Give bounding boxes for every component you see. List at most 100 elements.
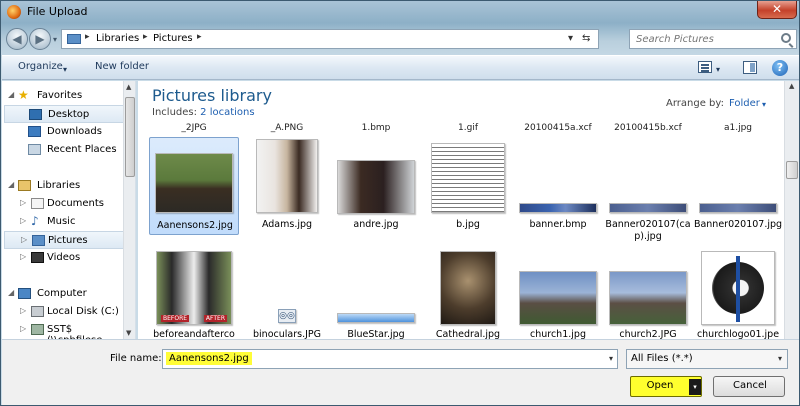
preview-pane-icon[interactable] [743,61,757,74]
file-item-b[interactable]: b.jpg [423,137,513,235]
address-history-chevron-down-icon[interactable]: ▾ [568,33,573,44]
hard-disk-icon [31,306,44,317]
sidebar-item-desktop[interactable]: Desktop [4,105,124,123]
new-folder-button[interactable]: New folder [95,61,149,72]
collapse-icon[interactable]: ◢ [8,288,14,297]
file-item-banner020107[interactable]: Banner020107.jpg [693,137,783,235]
file-item-binoculars[interactable]: ◎◎ binoculars.JPG [242,247,332,339]
file-label[interactable]: _2JPG [149,123,239,133]
file-label[interactable]: 1.gif [423,123,513,133]
locations-link[interactable]: 2 locations [200,107,254,118]
file-item-adams[interactable]: Adams.jpg [242,137,332,235]
search-input[interactable] [630,30,770,48]
organize-chevron-down-icon[interactable]: ▾ [63,65,67,74]
open-button[interactable]: Open ▾ [630,376,702,397]
search-box[interactable] [629,29,797,49]
file-list-scrollbar[interactable]: ▲ [784,81,799,339]
refresh-icon[interactable]: ⇆ [582,33,590,44]
sidebar-item-recent-places[interactable]: Recent Places [4,141,124,159]
cancel-button[interactable]: Cancel [713,376,785,397]
file-name-field[interactable]: Aanensons2.jpg ▾ [162,349,618,369]
file-item-church2[interactable]: church2.JPG [603,247,693,339]
expand-icon[interactable]: ▷ [20,216,26,225]
search-icon[interactable] [781,33,791,43]
recent-pages-chevron-down-icon[interactable]: ▾ [53,35,57,44]
sidebar-item-label: Videos [47,252,81,263]
file-label[interactable]: 20100415a.xcf [513,123,603,133]
close-button[interactable]: ✕ [757,1,797,19]
navigation-scrollbar[interactable]: ▲ ▼ [123,81,135,339]
scrollbar-thumb[interactable] [125,97,135,177]
open-split-chevron-down-icon[interactable]: ▾ [689,379,701,395]
expand-icon[interactable]: ▷ [20,198,26,207]
scroll-down-icon[interactable]: ▼ [126,329,131,337]
file-item-banner020107-cap[interactable]: Banner020107(ca p).jpg [603,137,693,242]
arrange-by-label: Arrange by: [666,98,724,109]
thumbnail-image [337,160,415,214]
file-item-andre[interactable]: andre.jpg [331,137,421,235]
breadcrumb-separator[interactable]: ▸ [143,32,148,42]
network-drive-icon [31,324,44,335]
arrange-by-dropdown[interactable]: Folder [729,98,760,109]
expand-icon[interactable]: ▷ [20,252,26,261]
address-bar[interactable]: ▸ Libraries ▸ Pictures ▸ ▾ ⇆ [61,29,599,49]
scroll-up-icon[interactable]: ▲ [789,82,794,90]
nav-favorites[interactable]: ◢ ★ Favorites [6,87,126,105]
breadcrumb-separator[interactable]: ▸ [197,32,202,42]
firefox-icon [7,5,21,19]
file-item-banner-bmp[interactable]: banner.bmp [513,137,603,235]
file-item-bluestar[interactable]: BlueStar.jpg [331,247,421,339]
sidebar-item-local-disk[interactable]: ▷ Local Disk (C:) [4,303,124,321]
nav-libraries-label: Libraries [37,180,81,191]
sidebar-item-videos[interactable]: ▷ Videos [4,249,124,267]
collapse-icon[interactable]: ◢ [8,180,14,189]
expand-icon[interactable]: ▷ [21,235,27,244]
sidebar-item-label: SST$ (\\cphfilese [47,324,102,339]
file-item-church1[interactable]: church1.jpg [513,247,603,339]
file-name-chevron-down-icon[interactable]: ▾ [609,354,613,363]
collapse-icon[interactable]: ◢ [8,90,14,99]
file-label[interactable]: _A.PNG [242,123,332,133]
file-label[interactable]: 20100415b.xcf [603,123,693,133]
file-type-filter[interactable]: All Files (*.*) ▾ [626,349,788,369]
downloads-icon [28,126,41,137]
logo-cross [736,256,740,322]
file-item-churchlogo01[interactable]: churchlogo01.jpe [693,247,783,339]
help-icon[interactable]: ? [772,60,788,76]
breadcrumb-libraries[interactable]: Libraries [96,33,139,44]
sidebar-item-network-drive[interactable]: ▷ SST$ (\\cphfilese [4,321,124,339]
thumbnail-image [256,139,318,213]
back-button[interactable]: ◀ [6,28,28,50]
breadcrumb-pictures[interactable]: Pictures [153,33,193,44]
star-icon: ★ [18,88,29,102]
change-view-icon[interactable] [698,61,712,73]
sidebar-item-music[interactable]: ▷ ♪ Music [4,213,124,231]
file-name: binoculars.JPG [253,329,321,339]
nav-libraries[interactable]: ◢ Libraries [6,177,126,195]
breadcrumb-separator[interactable]: ▸ [85,32,90,42]
sidebar-item-pictures[interactable]: ▷ Pictures [4,231,124,249]
thumbnail-image [155,153,233,213]
file-item-beforeandafter[interactable]: BEFORE AFTER beforeandafterco [149,247,239,339]
scroll-up-icon[interactable]: ▲ [126,83,131,91]
file-item-aanensons2[interactable]: Aanensons2.jpg [149,137,239,235]
nav-computer[interactable]: ◢ Computer [6,285,126,303]
sidebar-item-documents[interactable]: ▷ Documents [4,195,124,213]
arrange-chevron-down-icon[interactable]: ▾ [762,100,766,109]
expand-icon[interactable]: ▷ [20,306,26,315]
file-name: Banner020107(ca [605,219,691,230]
sidebar-item-label: Recent Places [47,144,117,155]
file-label[interactable]: 1.bmp [331,123,421,133]
scrollbar-thumb[interactable] [786,161,798,179]
file-name-value[interactable]: Aanensons2.jpg [166,352,252,365]
sidebar-item-downloads[interactable]: Downloads [4,123,124,141]
expand-icon[interactable]: ▷ [20,324,26,333]
file-name: banner.bmp [529,219,587,230]
file-label[interactable]: a1.jpg [693,123,783,133]
libraries-icon [18,180,31,191]
forward-button[interactable]: ▶ [29,28,51,50]
organize-button[interactable]: Organize [18,61,63,72]
file-type-chevron-down-icon[interactable]: ▾ [778,354,782,363]
views-chevron-down-icon[interactable]: ▾ [716,65,720,74]
file-item-cathedral[interactable]: Cathedral.jpg [423,247,513,339]
